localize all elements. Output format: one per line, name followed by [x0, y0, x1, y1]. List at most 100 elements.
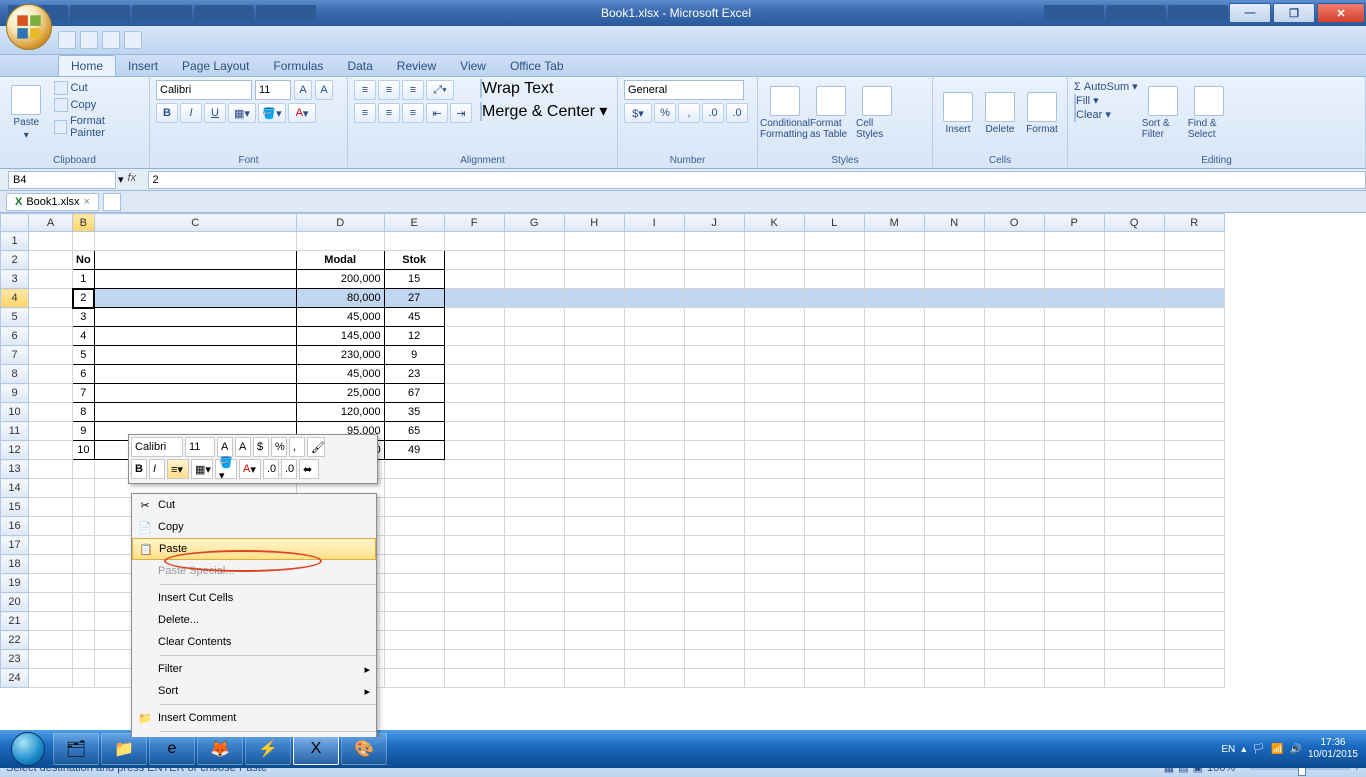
cell[interactable] [564, 365, 624, 384]
cell[interactable] [744, 460, 804, 479]
cell[interactable] [1164, 251, 1224, 270]
cell[interactable] [624, 308, 684, 327]
row-header[interactable]: 11 [1, 422, 29, 441]
ctx-filter[interactable]: Filter▸ [132, 658, 376, 680]
cell[interactable] [1104, 612, 1164, 631]
cell[interactable] [1164, 327, 1224, 346]
cell[interactable] [504, 460, 564, 479]
cell[interactable] [864, 270, 924, 289]
cell[interactable] [1044, 593, 1104, 612]
copy-button[interactable]: Copy [51, 97, 143, 113]
cell[interactable] [444, 593, 504, 612]
cell[interactable] [444, 498, 504, 517]
row-header[interactable]: 9 [1, 384, 29, 403]
undo-icon[interactable] [80, 31, 98, 49]
cell[interactable] [564, 555, 624, 574]
col-header[interactable]: Q [1104, 214, 1164, 232]
cell[interactable] [1164, 479, 1224, 498]
cell[interactable] [864, 593, 924, 612]
cell[interactable] [684, 650, 744, 669]
cell[interactable] [684, 460, 744, 479]
cell[interactable] [29, 593, 73, 612]
cell[interactable] [29, 327, 73, 346]
cell[interactable]: 67 [384, 384, 444, 403]
col-header[interactable]: G [504, 214, 564, 232]
cell[interactable] [29, 441, 73, 460]
cell[interactable] [564, 251, 624, 270]
fx-icon[interactable]: fx [128, 172, 144, 188]
cell[interactable] [1164, 517, 1224, 536]
cell[interactable] [744, 422, 804, 441]
cell[interactable] [29, 232, 73, 251]
align-top-icon[interactable]: ≡ [354, 80, 376, 100]
row-header[interactable]: 4 [1, 289, 29, 308]
cell[interactable] [804, 403, 864, 422]
cell[interactable] [864, 327, 924, 346]
cell[interactable] [504, 669, 564, 688]
cell[interactable]: 27 [384, 289, 444, 308]
cell[interactable]: 4 [73, 327, 95, 346]
cell[interactable] [73, 232, 95, 251]
cell[interactable] [94, 289, 296, 308]
cell[interactable] [864, 479, 924, 498]
sort-filter-button[interactable]: Sort & Filter [1142, 80, 1184, 146]
name-box[interactable]: B4 [8, 171, 116, 189]
cell[interactable] [684, 631, 744, 650]
cell[interactable] [684, 536, 744, 555]
cell[interactable] [444, 669, 504, 688]
cell[interactable] [444, 441, 504, 460]
cell[interactable] [984, 289, 1044, 308]
cell[interactable] [444, 536, 504, 555]
format-painter-button[interactable]: Format Painter [51, 114, 143, 140]
cell[interactable] [744, 479, 804, 498]
cell[interactable] [564, 479, 624, 498]
currency-icon[interactable]: $▾ [624, 103, 652, 123]
mini-format-painter-icon[interactable]: 🖌 [307, 437, 325, 457]
cell[interactable] [564, 346, 624, 365]
cell[interactable] [504, 555, 564, 574]
cell[interactable] [1164, 308, 1224, 327]
cell[interactable] [804, 251, 864, 270]
cell[interactable] [864, 650, 924, 669]
cell[interactable] [444, 460, 504, 479]
autosum-button[interactable]: Σ AutoSum ▾ [1074, 80, 1138, 93]
cell[interactable] [624, 365, 684, 384]
cell[interactable] [29, 270, 73, 289]
cell[interactable] [564, 327, 624, 346]
cell[interactable] [1044, 517, 1104, 536]
cell[interactable] [504, 289, 564, 308]
cell[interactable] [624, 612, 684, 631]
tray-volume-icon[interactable]: 🔊 [1289, 744, 1301, 755]
cell[interactable] [1104, 555, 1164, 574]
cell[interactable] [984, 631, 1044, 650]
cell[interactable]: 45,000 [296, 308, 384, 327]
cell[interactable] [444, 403, 504, 422]
cell[interactable] [384, 517, 444, 536]
cell[interactable] [73, 517, 95, 536]
cell[interactable] [744, 669, 804, 688]
cell[interactable] [444, 251, 504, 270]
cell[interactable] [384, 555, 444, 574]
cell[interactable] [804, 498, 864, 517]
col-header[interactable]: M [864, 214, 924, 232]
cell[interactable] [384, 479, 444, 498]
cell[interactable] [94, 346, 296, 365]
cell[interactable] [744, 631, 804, 650]
qat-more-icon[interactable] [124, 31, 142, 49]
cell[interactable] [804, 422, 864, 441]
cell[interactable] [984, 365, 1044, 384]
italic-button[interactable]: I [180, 103, 202, 123]
cell[interactable] [744, 365, 804, 384]
close-button[interactable]: ✕ [1317, 3, 1365, 23]
cell[interactable] [804, 270, 864, 289]
cell[interactable]: 8 [73, 403, 95, 422]
align-bottom-icon[interactable]: ≡ [402, 80, 424, 100]
inc-decimal-icon[interactable]: .0 [702, 103, 724, 123]
cell[interactable] [864, 536, 924, 555]
mini-italic-icon[interactable]: I [149, 459, 165, 479]
office-button[interactable] [6, 4, 52, 50]
fill-color-button[interactable]: 🪣▾ [258, 103, 286, 123]
cell[interactable] [684, 612, 744, 631]
cell[interactable] [384, 232, 444, 251]
taskbar-explorer-icon[interactable]: 📁 [101, 733, 147, 765]
